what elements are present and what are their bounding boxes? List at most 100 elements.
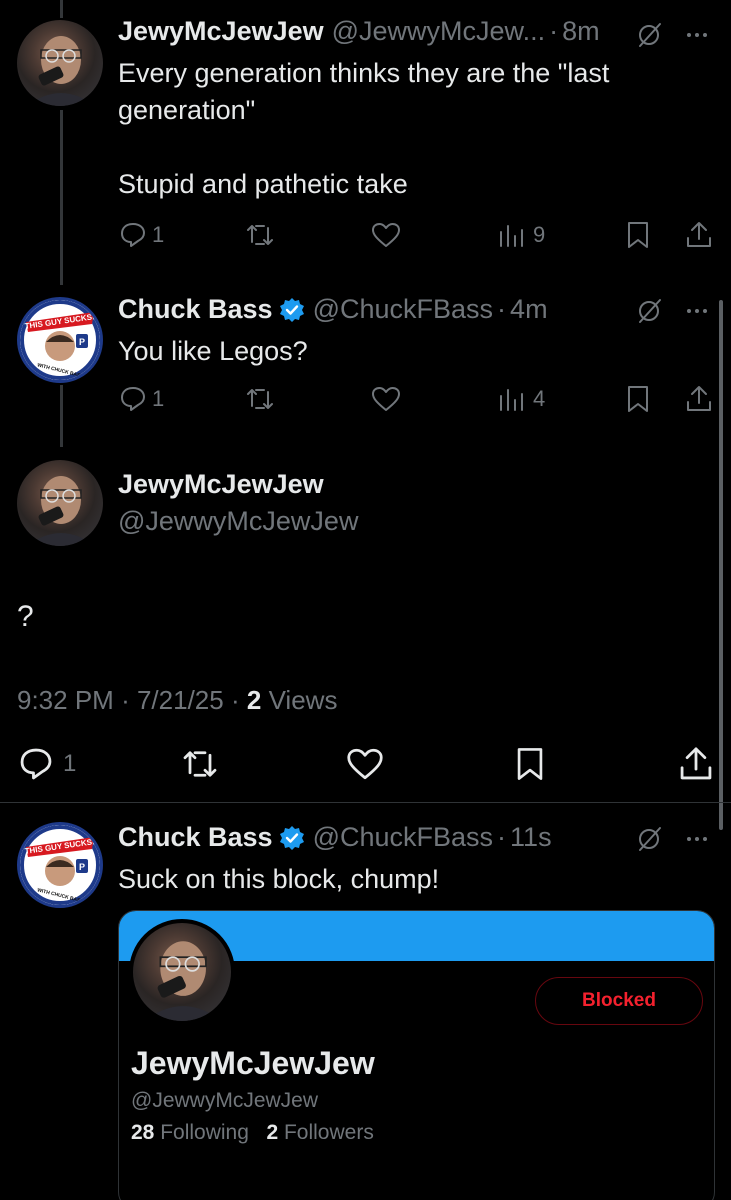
bookmark-button[interactable] xyxy=(513,745,547,783)
retweet-icon xyxy=(183,751,217,777)
thread-line-1 xyxy=(60,110,63,285)
share-icon xyxy=(687,386,711,411)
share-icon xyxy=(680,747,712,780)
tweet-text: You like Legos? xyxy=(118,336,308,366)
retweet-button[interactable] xyxy=(180,745,220,783)
avatar[interactable]: THIS GUY SUCKS! P WITH CHUCK BASS xyxy=(17,822,103,908)
timestamp[interactable]: 4m xyxy=(510,294,548,325)
avatar[interactable] xyxy=(17,460,103,546)
this-guy-sucks-badge-avatar-icon: THIS GUY SUCKS! P WITH CHUCK BASS xyxy=(20,300,100,380)
bookmark-icon xyxy=(628,222,648,248)
tweet-header: Chuck Bass @ChuckFBass · 4m xyxy=(118,294,548,325)
user-handle[interactable]: @ChuckFBass xyxy=(313,822,493,853)
display-name[interactable]: JewyMcJewJew xyxy=(118,16,324,47)
share-button[interactable] xyxy=(684,384,714,414)
tweet-text: Suck on this block, chump! xyxy=(118,864,440,894)
profile-avatar xyxy=(129,919,235,1025)
profile-name: JewyMcJewJew xyxy=(131,1045,375,1081)
this-guy-sucks-badge-avatar-icon: THIS GUY SUCKS! P WITH CHUCK BASS xyxy=(20,825,100,905)
heart-icon xyxy=(372,223,400,247)
retweet-button[interactable] xyxy=(244,384,276,414)
user-handle[interactable]: @ChuckFBass xyxy=(313,294,493,325)
text-line: Every generation thinks they are the "la… xyxy=(118,58,610,88)
followers-label: Followers xyxy=(283,1121,374,1144)
like-button[interactable] xyxy=(370,384,402,414)
like-button[interactable] xyxy=(345,745,385,783)
display-name[interactable]: Chuck Bass xyxy=(118,294,273,325)
profile-stats: 28 Following 2 Followers xyxy=(131,1121,374,1145)
views-icon xyxy=(500,225,523,247)
more-options-icon[interactable] xyxy=(682,824,712,859)
retweet-button[interactable] xyxy=(244,220,276,250)
reply-count: 1 xyxy=(152,222,165,247)
timestamp[interactable]: 8m xyxy=(562,16,600,47)
reply-button[interactable]: 1 xyxy=(118,384,164,414)
followers-count: 2 xyxy=(266,1121,279,1144)
tweet-header: Chuck Bass @ChuckFBass · 11s xyxy=(118,822,552,853)
verified-badge-icon xyxy=(279,297,305,323)
profile-card-image[interactable]: Blocked JewyMcJewJew @JewwyMcJewJew 28 F… xyxy=(118,910,715,1200)
grok-icon[interactable] xyxy=(634,824,664,859)
scrollbar[interactable] xyxy=(719,300,723,830)
post-date[interactable]: 7/21/25 xyxy=(137,685,224,715)
share-icon xyxy=(687,222,711,247)
man-on-phone-avatar-icon xyxy=(27,36,95,106)
reply-button[interactable]: 1 xyxy=(17,745,76,783)
separator: · xyxy=(549,16,559,46)
reply-count: 1 xyxy=(152,386,165,411)
grok-icon[interactable] xyxy=(634,296,664,331)
tweet-header: JewyMcJewJew @JewwyMcJew... · 8m xyxy=(118,16,600,47)
display-name[interactable]: JewyMcJewJew xyxy=(118,469,324,500)
display-name[interactable]: Chuck Bass xyxy=(118,822,273,853)
bookmark-icon xyxy=(517,748,543,780)
blocked-button: Blocked xyxy=(535,977,703,1025)
text-line xyxy=(118,129,609,166)
share-button[interactable] xyxy=(684,220,714,250)
text-line: Stupid and pathetic take xyxy=(118,169,408,199)
timestamp[interactable]: 11s xyxy=(510,822,552,853)
thread-line-top xyxy=(60,0,63,18)
post-time[interactable]: 9:32 PM xyxy=(17,685,114,715)
views-button[interactable]: 9 xyxy=(497,220,545,250)
heart-icon xyxy=(347,748,383,780)
reply-icon xyxy=(20,748,52,780)
thread-line-2 xyxy=(60,385,63,447)
following-label: Following xyxy=(160,1121,249,1144)
separator: · xyxy=(230,685,240,715)
reply-count: 1 xyxy=(63,750,77,777)
share-button[interactable] xyxy=(677,745,715,783)
verified-badge-icon xyxy=(279,825,305,851)
man-on-phone-avatar-icon xyxy=(27,476,95,546)
views-icon xyxy=(500,389,523,411)
separator: · xyxy=(497,294,507,324)
following-count: 28 xyxy=(131,1121,155,1144)
reply-button[interactable]: 1 xyxy=(118,220,164,250)
profile-handle: @JewwyMcJewJew xyxy=(131,1089,319,1112)
more-options-icon[interactable] xyxy=(682,296,712,331)
bookmark-button[interactable] xyxy=(624,384,652,414)
grok-icon[interactable] xyxy=(634,20,664,55)
svg-text:P: P xyxy=(79,862,85,872)
like-button[interactable] xyxy=(370,220,402,250)
views-count: 9 xyxy=(533,222,546,247)
separator: · xyxy=(497,822,507,852)
views-label: Views xyxy=(268,685,338,715)
retweet-icon xyxy=(247,225,273,245)
heart-icon xyxy=(372,387,400,411)
svg-text:P: P xyxy=(79,337,85,347)
user-handle[interactable]: @JewwyMcJew... xyxy=(332,16,545,47)
views-count: 4 xyxy=(533,386,546,411)
tweet-text: ? xyxy=(17,600,34,633)
reply-icon xyxy=(121,223,145,247)
bookmark-button[interactable] xyxy=(624,220,652,250)
views-count: 2 xyxy=(246,685,262,715)
user-handle[interactable]: @JewwyMcJewJew xyxy=(118,506,358,537)
avatar[interactable]: THIS GUY SUCKS! P WITH CHUCK BASS xyxy=(17,297,103,383)
reply-icon xyxy=(121,387,145,411)
avatar[interactable] xyxy=(17,20,103,106)
more-options-icon[interactable] xyxy=(682,20,712,55)
tweet-text: Every generation thinks they are the "la… xyxy=(118,55,609,203)
man-on-phone-avatar-icon xyxy=(144,941,222,1021)
tweet-meta: 9:32 PM · 7/21/25 · 2 Views xyxy=(17,685,337,716)
views-button[interactable]: 4 xyxy=(497,384,545,414)
